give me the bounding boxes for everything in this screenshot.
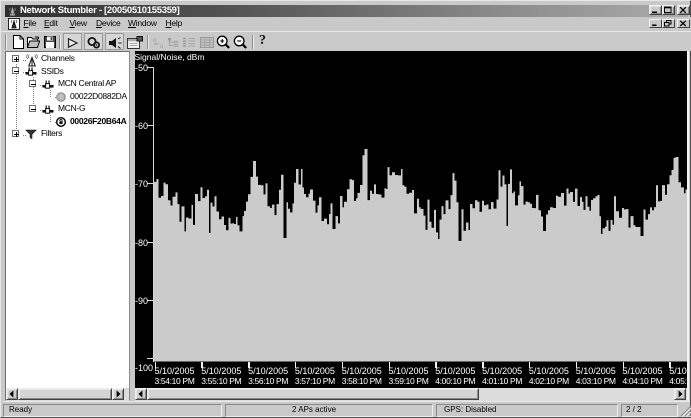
svg-text:o: o <box>160 44 164 49</box>
svg-text:o: o <box>153 38 157 44</box>
